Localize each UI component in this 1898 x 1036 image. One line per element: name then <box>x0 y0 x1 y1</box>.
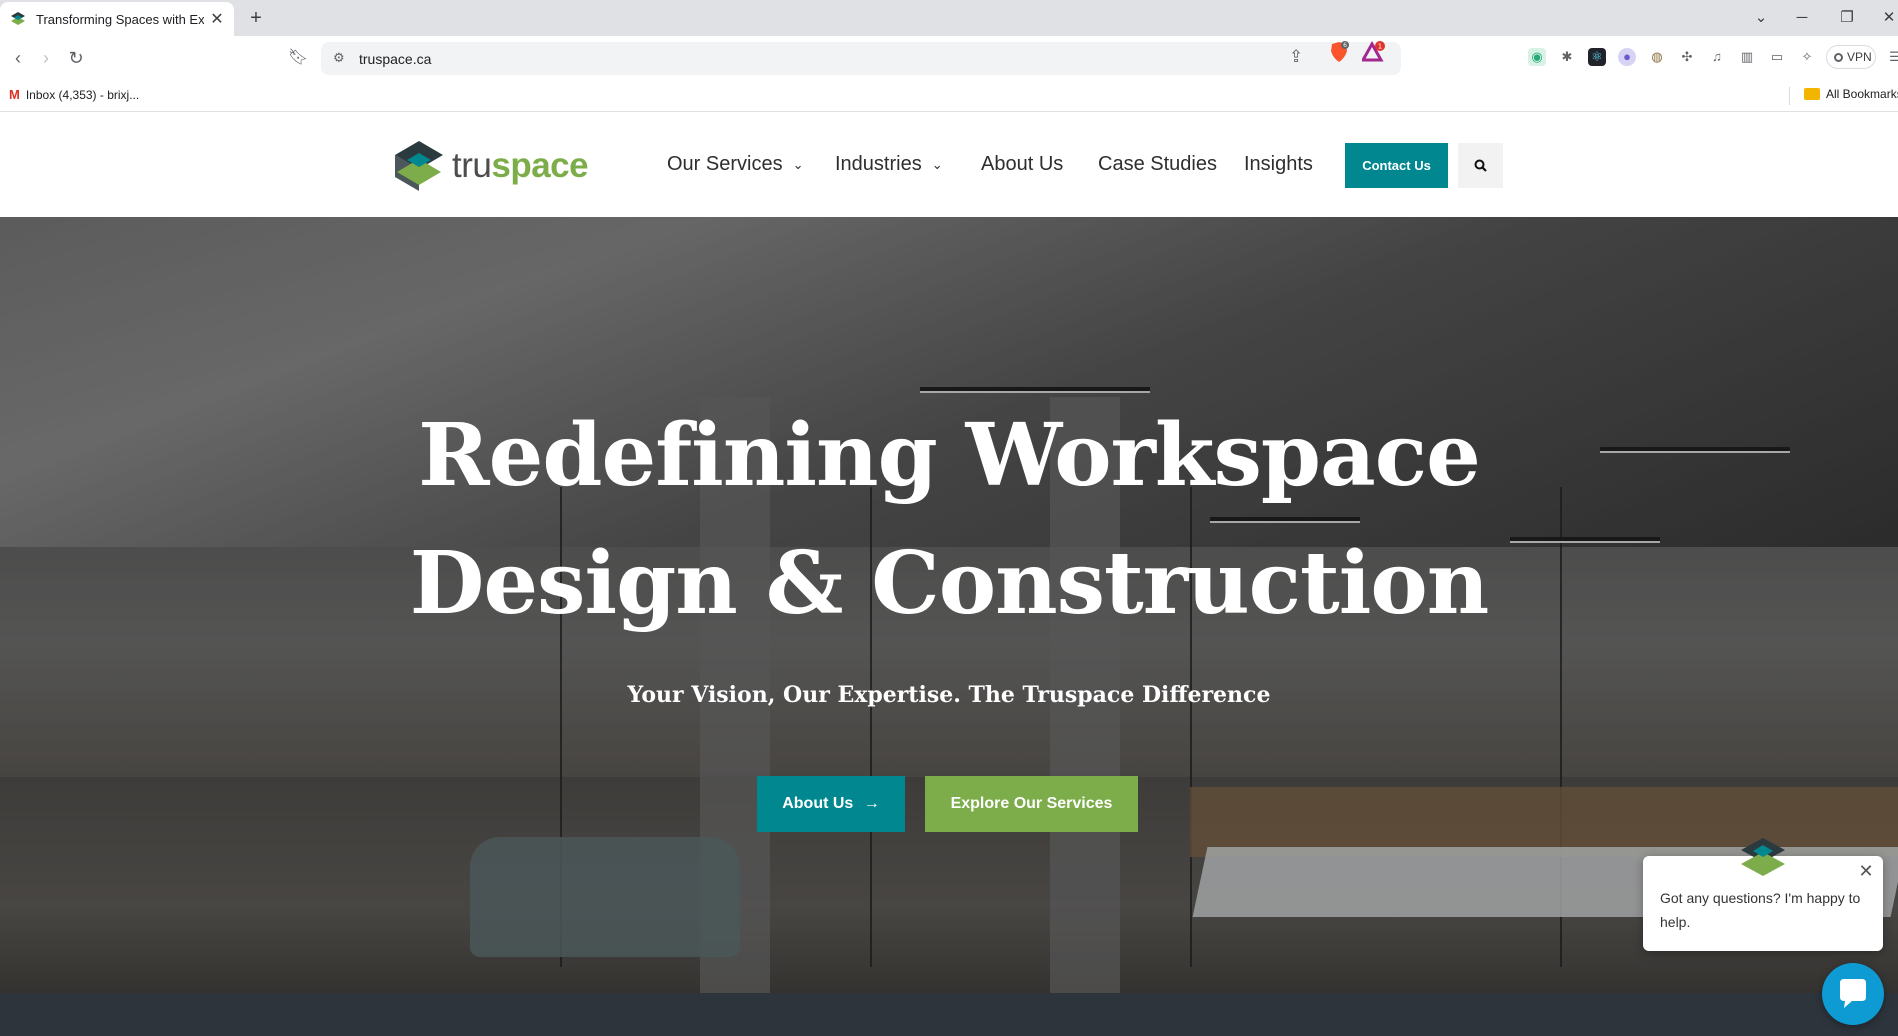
arrow-right-icon: → <box>863 795 880 812</box>
site-search-button[interactable] <box>1458 143 1503 188</box>
chat-launcher-button[interactable] <box>1822 963 1884 1025</box>
react-devtools-icon[interactable]: ⚛ <box>1588 48 1606 66</box>
minimize-icon[interactable]: ─ <box>1787 6 1817 30</box>
truspace-logo[interactable]: tru space <box>392 139 589 193</box>
extension-bug-icon[interactable]: ✱ <box>1558 48 1576 66</box>
nav-our-services[interactable]: Our Services ⌄ <box>667 153 804 176</box>
all-bookmarks-label: All Bookmarks <box>1826 87 1898 101</box>
gmail-icon: M <box>9 87 20 102</box>
chat-message: Got any questions? I'm happy to help. <box>1660 890 1861 930</box>
vpn-status-icon <box>1834 53 1843 62</box>
search-icon <box>1474 159 1487 173</box>
extension-avatar-icon[interactable]: ● <box>1618 48 1636 66</box>
wallet-icon[interactable]: ▭ <box>1768 48 1786 66</box>
truspace-favicon-icon <box>11 12 25 25</box>
nav-our-services-label: Our Services <box>667 153 783 175</box>
hero-title-line2: Design & Construction <box>409 533 1490 634</box>
brave-shields-icon[interactable]: 6 <box>1329 41 1349 63</box>
nav-industries-label: Industries <box>835 153 922 175</box>
chat-avatar-icon <box>1741 838 1785 876</box>
forward-arrow-icon[interactable]: › <box>34 46 58 70</box>
browser-toolbar: ‹ › ↻ 🔖︎ ⚙︎ truspace.ca ⇪ 6 1 ◉ ✱ ⚛ ● ◍ … <box>0 36 1898 80</box>
browser-tab-active[interactable]: Transforming Spaces with Expe ✕ <box>0 2 234 36</box>
leo-ai-icon[interactable]: ✧ <box>1798 48 1816 66</box>
media-music-icon[interactable]: ♫ <box>1708 48 1726 66</box>
hero-section: Redefining Workspace Design & Constructi… <box>0 217 1898 993</box>
tab-title: Transforming Spaces with Expe <box>36 11 204 27</box>
new-tab-button[interactable]: + <box>244 6 268 30</box>
menu-icon[interactable]: ☰ <box>1886 48 1898 66</box>
all-bookmarks-button[interactable]: All Bookmarks <box>1804 87 1898 101</box>
nav-about-us[interactable]: About Us <box>981 153 1063 176</box>
extension-1-icon[interactable]: ◉ <box>1528 48 1546 66</box>
extension-cookie-icon[interactable]: ◍ <box>1648 48 1666 66</box>
brave-count: 6 <box>1343 42 1347 49</box>
chevron-down-icon: ⌄ <box>931 156 943 172</box>
site-settings-icon[interactable]: ⚙︎ <box>333 50 345 66</box>
hero-title: Redefining Workspace Design & Constructi… <box>0 392 1898 648</box>
chevron-down-icon: ⌄ <box>792 156 804 172</box>
reload-icon[interactable]: ↻ <box>64 46 88 70</box>
vpn-button[interactable]: VPN <box>1826 45 1876 69</box>
contact-us-button[interactable]: Contact Us <box>1345 143 1448 188</box>
extensions-puzzle-icon[interactable]: ✣ <box>1678 48 1696 66</box>
bookmarks-bar: M Inbox (4,353) - brixj... All Bookmarks <box>0 80 1898 112</box>
hero-title-line1: Redefining Workspace <box>418 405 1481 506</box>
hero-about-us-label: About Us <box>782 795 854 812</box>
folder-icon <box>1804 88 1820 100</box>
window-close-icon[interactable]: ✕ <box>1874 6 1898 30</box>
site-header: tru space Our Services ⌄ Industries ⌄ Abo… <box>0 113 1898 217</box>
brave-rewards-icon[interactable]: 1 <box>1362 41 1386 63</box>
url-text[interactable]: truspace.ca <box>359 51 431 67</box>
bookmarks-divider <box>1789 87 1790 105</box>
nav-insights[interactable]: Insights <box>1244 153 1313 176</box>
browser-tab-strip: Transforming Spaces with Expe ✕ + ⌄ ─ ❐ … <box>0 0 1898 36</box>
bookmark-icon[interactable]: 🔖︎ <box>286 46 310 70</box>
nav-industries[interactable]: Industries ⌄ <box>835 153 943 176</box>
address-bar[interactable]: ⚙︎ truspace.ca ⇪ <box>321 42 1401 75</box>
hero-subtitle: Your Vision, Our Expertise. The Truspace… <box>627 682 1271 708</box>
bookmark-gmail-label: Inbox (4,353) - brixj... <box>25 87 140 102</box>
tab-search-chevron-icon[interactable]: ⌄ <box>1746 6 1776 30</box>
vpn-label: VPN <box>1847 50 1872 64</box>
chat-close-icon[interactable]: ✕ <box>1857 861 1875 882</box>
rewards-count: 1 <box>1378 43 1382 51</box>
logo-text-space: space <box>491 146 589 185</box>
share-icon[interactable]: ⇪ <box>1289 47 1303 67</box>
chat-icon <box>1840 979 1866 1008</box>
truspace-logo-icon <box>395 141 443 191</box>
bookmark-gmail[interactable]: M Inbox (4,353) - brixj... <box>9 87 139 102</box>
restore-icon[interactable]: ❐ <box>1832 6 1862 30</box>
explore-services-button[interactable]: Explore Our Services <box>925 776 1138 832</box>
hero-about-us-button[interactable]: About Us → <box>757 776 905 832</box>
sidebar-icon[interactable]: ▥ <box>1738 48 1756 66</box>
next-section-strip <box>0 993 1898 1036</box>
tab-close-icon[interactable]: ✕ <box>208 9 226 29</box>
nav-case-studies[interactable]: Case Studies <box>1098 153 1217 176</box>
back-arrow-icon[interactable]: ‹ <box>6 46 30 70</box>
logo-text-tru: tru <box>452 146 492 185</box>
